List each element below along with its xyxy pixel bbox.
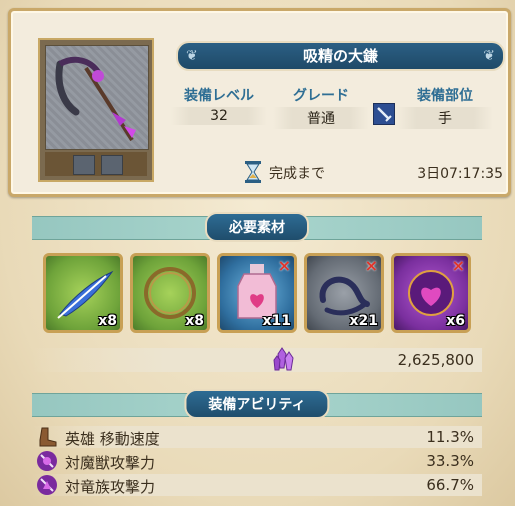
materials-title: 必要素材: [205, 212, 309, 242]
material-qty: x8: [185, 313, 204, 329]
grade-stat: グレード 普通: [273, 85, 369, 129]
item-portrait-frame[interactable]: [38, 38, 154, 182]
ability-value: 33.3%: [426, 452, 474, 470]
level-value: 32: [171, 107, 267, 125]
grade-value: 普通: [273, 107, 369, 129]
gem-slot[interactable]: [73, 155, 95, 175]
material-slot-feather[interactable]: x8: [43, 253, 123, 333]
item-info-card: ❦ 吸精の大鎌 ❦ 装備レベル 32 グレード 普通 装備部位 手 完成まで 3…: [8, 8, 511, 197]
gem-slot-strip: [45, 152, 147, 176]
boot-icon: [39, 427, 57, 447]
cost-value: 2,625,800: [397, 351, 474, 369]
ability-name: 英雄 移動速度: [65, 430, 160, 448]
ornament-icon: ❦: [483, 48, 495, 64]
material-slot-heart-orb[interactable]: × x6: [391, 253, 471, 333]
material-slot-horn[interactable]: × x21: [304, 253, 384, 333]
ability-name: 対竜族攻撃力: [65, 478, 156, 496]
item-name-banner: ❦ 吸精の大鎌 ❦: [176, 41, 505, 71]
crafting-cost-row: 2,625,800: [32, 347, 482, 372]
ornament-icon: ❦: [186, 48, 198, 64]
scythe-icon: [45, 45, 149, 150]
ability-value: 11.3%: [426, 428, 474, 446]
slot-stat: 装備部位 手: [397, 85, 493, 129]
sword-slot-icon: [373, 103, 395, 125]
material-qty: x11: [262, 313, 291, 329]
material-qty: x21: [349, 313, 378, 329]
abilities-header: 装備アビリティ: [32, 389, 482, 419]
abilities-title: 装備アビリティ: [184, 389, 330, 419]
hourglass-icon: [245, 161, 261, 183]
slot-label: 装備部位: [417, 88, 473, 104]
slot-value: 手: [397, 107, 493, 129]
materials-header: 必要素材: [32, 212, 482, 242]
material-slot-wreath[interactable]: x8: [130, 253, 210, 333]
ability-row: 対魔獣攻撃力 33.3%: [32, 450, 482, 472]
craft-timer: 完成まで 3日07:17:35: [243, 161, 503, 183]
item-name: 吸精の大鎌: [302, 47, 378, 65]
lacking-mark-icon: ×: [451, 256, 465, 275]
gem-slot[interactable]: [101, 155, 123, 175]
dragon-sword-icon: [37, 475, 57, 495]
timer-label: 完成まで: [269, 166, 325, 182]
material-slot-potion[interactable]: × x11: [217, 253, 297, 333]
timer-value: 3日07:17:35: [417, 166, 503, 182]
material-qty: x6: [446, 313, 465, 329]
lacking-mark-icon: ×: [277, 256, 291, 275]
beast-sword-icon: [37, 451, 57, 471]
ability-value: 66.7%: [426, 476, 474, 494]
crystal-currency-icon: [273, 347, 294, 371]
grade-label: グレード: [293, 88, 349, 104]
ability-row: 対竜族攻撃力 66.7%: [32, 474, 482, 496]
level-label: 装備レベル: [184, 88, 254, 104]
lacking-mark-icon: ×: [364, 256, 378, 275]
ability-name: 対魔獣攻撃力: [65, 454, 156, 472]
material-qty: x8: [98, 313, 117, 329]
ability-row: 英雄 移動速度 11.3%: [32, 426, 482, 448]
level-stat: 装備レベル 32: [171, 85, 267, 125]
